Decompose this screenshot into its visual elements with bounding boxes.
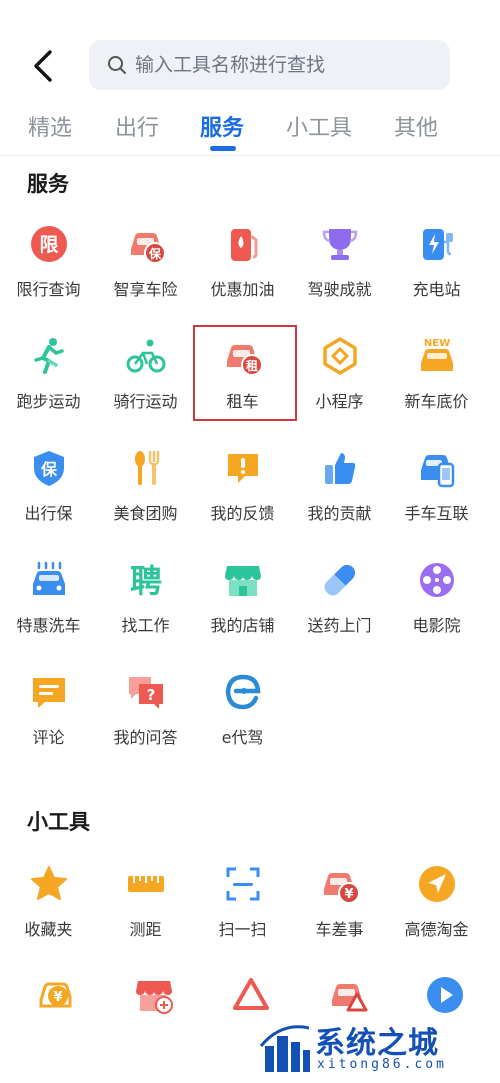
tool-item-medicine[interactable]: 送药上门 [291,560,388,660]
phone-car-icon [421,455,455,488]
mini-program-icon [323,337,357,375]
coin-car-icon[interactable]: ¥ [37,975,77,1015]
tab-tools[interactable]: 小工具 [286,110,352,142]
gold-rush-icon [419,866,455,902]
star-icon [31,866,67,900]
search-input[interactable] [135,54,435,76]
car-expense-icon: ¥ [324,873,360,904]
tool-item-car-insurance[interactable]: 保 智享车险 [97,224,194,324]
film-reel-icon [420,563,454,597]
section-title-tools: 小工具 [27,810,90,834]
feedback-icon [228,454,258,483]
e-driver-icon [225,674,261,710]
add-shop-icon[interactable] [134,975,174,1015]
watermark-title: 系统之城 [315,1026,439,1061]
warning-triangle-icon[interactable] [231,975,271,1015]
tool-item-qa[interactable]: ? 我的问答 [97,672,194,772]
highlight-box [193,325,297,421]
qa-icon: ? [129,677,163,709]
svg-text:保: 保 [40,460,58,479]
tool-item-car-expense[interactable]: ¥ 车差事 [291,864,388,964]
job-icon: 聘 [130,562,162,600]
tool-item-running[interactable]: 跑步运动 [0,336,97,436]
tool-item-achievement[interactable]: 驾驶成就 [291,224,388,324]
top-bar [0,0,500,110]
svg-text:¥: ¥ [344,887,353,902]
tool-item-ruler[interactable]: 测距 [97,864,194,964]
tool-item-comment[interactable]: 评论 [0,672,97,772]
restriction-icon: 限 [31,226,67,262]
running-icon [34,338,64,374]
category-tabs: 精选 出行 服务 小工具 其他 [0,104,500,150]
svg-text:?: ? [147,686,156,704]
search-bar[interactable] [89,40,450,90]
svg-text:聘: 聘 [130,562,162,600]
shop-icon [225,566,261,596]
tool-item-phone-car[interactable]: 手车互联 [388,448,485,548]
thumbs-up-icon [325,453,356,484]
tool-item-contribution[interactable]: 我的贡献 [291,448,388,548]
charging-icon [423,229,453,260]
play-icon[interactable] [425,975,465,1015]
tool-item-job[interactable]: 聘 找工作 [97,560,194,660]
food-icon [135,451,160,485]
tool-item-travel-insurance[interactable]: 保 出行保 [0,448,97,548]
scan-icon [226,867,260,901]
tool-item-fuel[interactable]: 优惠加油 [194,224,291,324]
cycling-icon [126,339,166,373]
back-arrow-icon[interactable] [26,46,62,86]
section-title-service: 服务 [27,172,69,196]
car-insurance-icon: 保 [131,233,166,264]
tab-other[interactable]: 其他 [394,110,438,142]
search-icon [108,56,126,74]
ruler-icon [128,876,164,892]
fuel-icon [231,229,258,261]
tool-item-shop[interactable]: 我的店铺 [194,560,291,660]
tool-item-feedback[interactable]: 我的反馈 [194,448,291,548]
tab-featured[interactable]: 精选 [28,110,72,142]
divider [0,155,500,156]
tool-item-cinema[interactable]: 电影院 [388,560,485,660]
tool-item-cycling[interactable]: 骑行运动 [97,336,194,436]
tool-item-restriction[interactable]: 限 限行查询 [0,224,97,324]
tool-item-mini-program[interactable]: 小程序 [291,336,388,436]
active-tab-indicator [210,146,236,151]
tool-item-charging[interactable]: 充电站 [388,224,485,324]
svg-text:限: 限 [39,234,58,256]
tool-item-gold-rush[interactable]: 高德淘金 [388,864,485,964]
car-warning-icon[interactable] [328,975,368,1015]
tool-item-food[interactable]: 美食团购 [97,448,194,548]
pill-icon [324,564,356,596]
svg-text:¥: ¥ [53,990,62,1005]
trophy-icon [322,229,358,260]
tool-item-scan[interactable]: 扫一扫 [194,864,291,964]
tool-item-car-wash[interactable]: 特惠洗车 [0,560,97,660]
shield-icon: 保 [34,451,64,486]
watermark-url: xitong86.com [317,1057,447,1072]
tool-item-new-car[interactable]: NEW 新车底价 [388,336,485,436]
watermark: 系统之城 xitong86.com [255,1014,495,1078]
tool-item-e-driver[interactable]: e代驾 [194,672,291,772]
comment-icon [33,678,65,708]
car-wash-icon [33,561,65,595]
new-car-icon: NEW [421,338,453,371]
svg-text:保: 保 [148,246,162,261]
svg-text:NEW: NEW [424,338,450,349]
tab-service[interactable]: 服务 [200,110,244,142]
watermark-logo [259,1025,310,1072]
tab-travel[interactable]: 出行 [115,110,159,142]
tool-item-favorites[interactable]: 收藏夹 [0,864,97,964]
